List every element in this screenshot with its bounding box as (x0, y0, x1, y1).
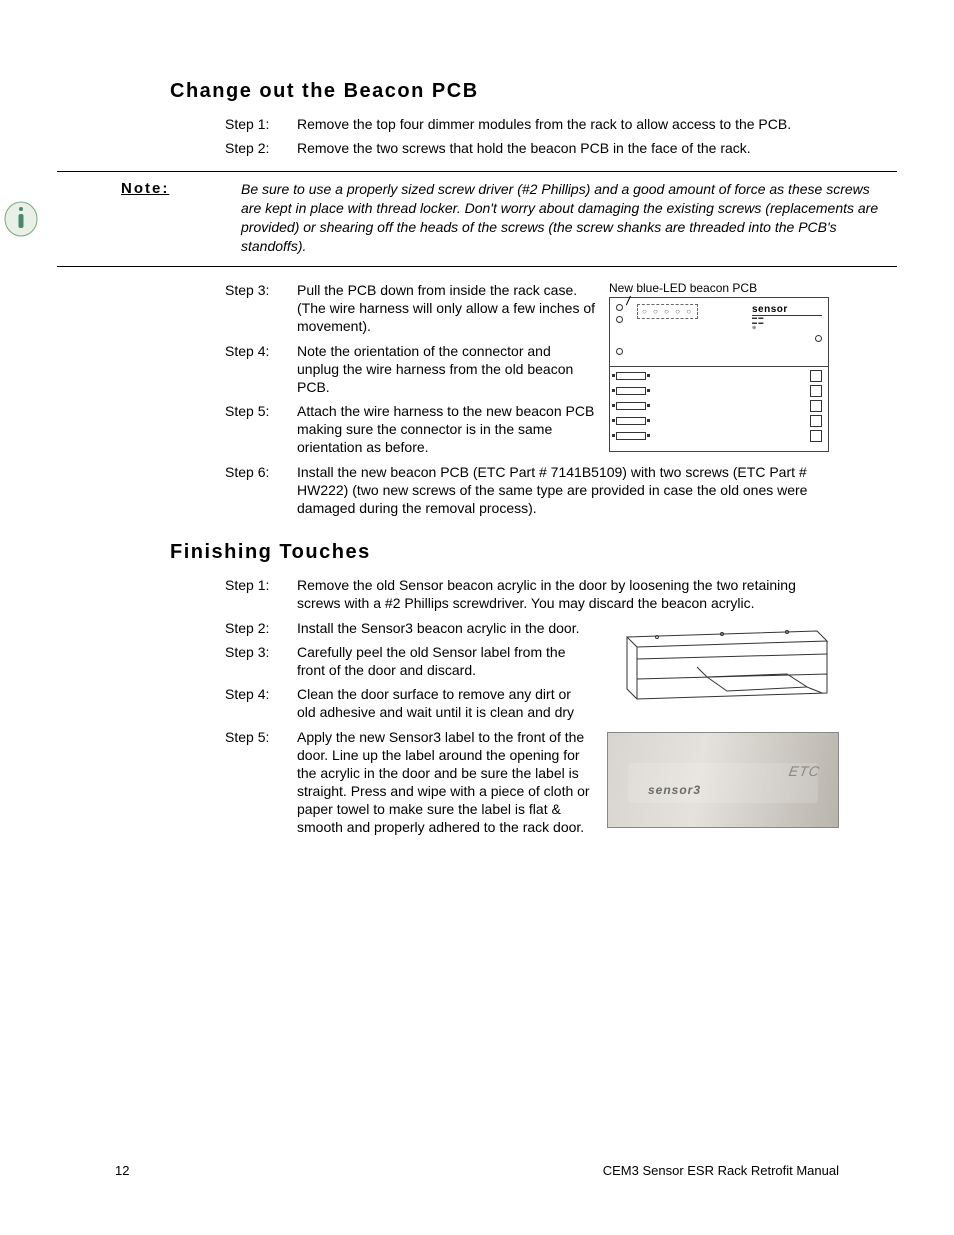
section-heading-finishing: Finishing Touches (115, 541, 839, 564)
step-label: Step 3: (225, 643, 297, 679)
step-text: Apply the new Sensor3 label to the front… (297, 728, 593, 837)
step-label: Step 3: (225, 281, 297, 336)
step-label: Step 6: (225, 463, 297, 518)
step-label: Step 1: (225, 576, 297, 612)
steps-group-finishing: Step 1: Remove the old Sensor beacon acr… (115, 576, 839, 842)
step-label: Step 1: (225, 115, 297, 133)
section-heading-beacon-pcb: Change out the Beacon PCB (115, 80, 839, 103)
pcb-diagram: ○ ○ ○ ○ ○ sensor ▬ ▬▬ ▬⊕ (609, 297, 829, 452)
step-row: Step 2: Install the Sensor3 beacon acryl… (225, 619, 593, 637)
step-row: Step 1: Remove the top four dimmer modul… (225, 115, 839, 133)
step-label: Step 4: (225, 685, 297, 721)
pcb-diagram-callout: New blue-LED beacon PCB ○ ○ ○ ○ ○ (609, 281, 839, 452)
step-row: Step 6: Install the new beacon PCB (ETC … (225, 463, 839, 518)
step-text: Attach the wire harness to the new beaco… (297, 402, 595, 457)
sensor3-label-photo: sensor3 ETC (607, 732, 839, 828)
diagram-label: New blue-LED beacon PCB (609, 281, 839, 295)
note-text: Be sure to use a properly sized screw dr… (241, 180, 897, 256)
step-label: Step 4: (225, 342, 297, 397)
step-text: Clean the door surface to remove any dir… (297, 685, 593, 721)
step-text: Install the Sensor3 beacon acrylic in th… (297, 619, 593, 637)
page-footer: 12 CEM3 Sensor ESR Rack Retrofit Manual (0, 883, 954, 1208)
step-row: Step 2: Remove the two screws that hold … (225, 139, 839, 157)
step-text: Install the new beacon PCB (ETC Part # 7… (297, 463, 839, 518)
step-label: Step 2: (225, 619, 297, 637)
step-text: Carefully peel the old Sensor label from… (297, 643, 593, 679)
step-text: Remove the old Sensor beacon acrylic in … (297, 576, 839, 612)
step-label: Step 2: (225, 139, 297, 157)
steps-group-b: Step 3: Pull the PCB down from inside th… (115, 281, 839, 517)
step-row: Step 3: Carefully peel the old Sensor la… (225, 643, 593, 679)
step-text: Pull the PCB down from inside the rack c… (297, 281, 595, 336)
step-row: Step 3: Pull the PCB down from inside th… (225, 281, 595, 336)
photo-brand: ETC (788, 763, 822, 779)
step-text: Remove the top four dimmer modules from … (297, 115, 839, 133)
step-text: Note the orientation of the connector an… (297, 342, 595, 397)
step-label: Step 5: (225, 402, 297, 457)
manual-title: CEM3 Sensor ESR Rack Retrofit Manual (603, 1163, 839, 1178)
steps-group-a: Step 1: Remove the top four dimmer modul… (115, 115, 839, 157)
door-line-diagram (607, 619, 839, 712)
step-row: Step 5: Apply the new Sensor3 label to t… (225, 728, 593, 837)
note-block: Note: Be sure to use a properly sized sc… (57, 171, 897, 267)
step-text: Remove the two screws that hold the beac… (297, 139, 839, 157)
step-row: Step 5: Attach the wire harness to the n… (225, 402, 595, 457)
step-label: Step 5: (225, 728, 297, 837)
step-row: Step 1: Remove the old Sensor beacon acr… (225, 576, 839, 612)
photo-product-name: sensor3 (648, 783, 701, 797)
note-label: Note: (121, 180, 241, 256)
step-row: Step 4: Note the orientation of the conn… (225, 342, 595, 397)
page-number: 12 (115, 1163, 129, 1178)
step-row: Step 4: Clean the door surface to remove… (225, 685, 593, 721)
info-icon (2, 200, 40, 238)
